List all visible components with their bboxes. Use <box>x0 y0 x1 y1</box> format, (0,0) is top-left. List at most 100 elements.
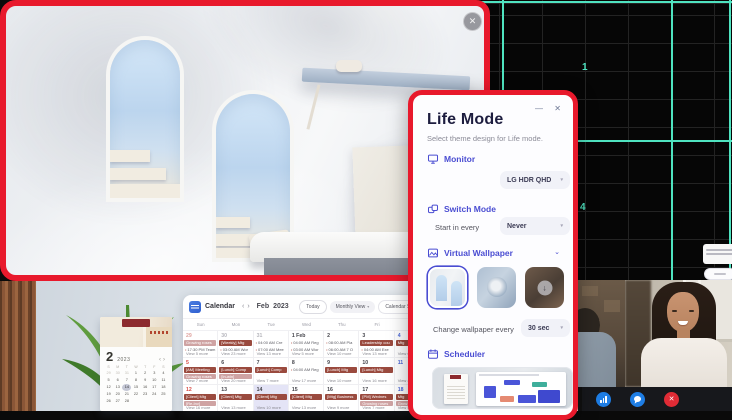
panel-subtitle: Select theme design for Life mode. <box>427 134 543 143</box>
view-more-link[interactable]: View 9 more <box>325 405 349 410</box>
event-item[interactable]: [Lunch] Mtg <box>325 367 357 373</box>
calendar-app: Calendar ‹› Feb 2023 Today Monthly View▾… <box>183 295 430 411</box>
scheduler-preview-image[interactable] <box>432 367 573 409</box>
event-item[interactable]: [AM] Meeting <box>184 367 216 373</box>
view-more-link[interactable]: View 16 more <box>184 405 210 410</box>
calendar-nav[interactable]: ‹› <box>242 303 253 310</box>
event-item[interactable]: [Weekly] Mtg <box>219 340 251 346</box>
end-call-button[interactable]: ✕ <box>664 392 679 407</box>
mini-day-number: 1 <box>131 370 140 377</box>
event-item[interactable]: Leadership cou <box>360 340 392 346</box>
preview-calendar-app <box>476 372 566 406</box>
view-more-link[interactable]: View 17 more <box>290 378 316 383</box>
tooltip-text-line <box>706 253 732 255</box>
event-item[interactable]: [Mtg] Business <box>325 394 357 400</box>
grid-accent-line-horizontal <box>480 1 732 3</box>
monitor-icon <box>427 153 439 165</box>
calendar-day-cell[interactable]: 3104:00 AM Cre07:00 AM MeeView 13 more <box>254 331 289 358</box>
view-select[interactable]: Monthly View▾ <box>330 301 376 313</box>
view-more-link[interactable]: View 7 more <box>255 378 279 383</box>
event-item[interactable]: 04:00 AM Reg <box>290 340 322 346</box>
shelf-object <box>336 60 362 72</box>
mini-day-number <box>150 398 159 405</box>
video-tile-participant[interactable] <box>578 280 625 387</box>
switch-interval-dropdown[interactable]: Never ▾ <box>500 217 570 235</box>
event-item[interactable]: [Lunch] Comp <box>219 367 251 373</box>
event-item[interactable]: 08:00 AM Pla <box>325 340 357 346</box>
close-icon[interactable]: ✕ <box>463 12 482 31</box>
calendar-year-label: 2023 <box>273 303 289 310</box>
virtual-wallpaper-section-header: Virtual Wallpaper <box>427 247 513 259</box>
connection-quality-button[interactable] <box>596 392 611 407</box>
chat-button[interactable] <box>630 392 645 407</box>
calendar-day-cell[interactable]: 7[Lunch] CompView 7 more <box>254 358 289 385</box>
calendar-day-cell[interactable]: 5[AM] MeetingGrowing rosesView 7 more <box>183 358 218 385</box>
view-more-link[interactable]: View 7 more <box>360 405 384 410</box>
monitor-dropdown[interactable]: LG HDR QHD ▾ <box>500 171 570 189</box>
wallpaper-thumb-download[interactable]: ↓ <box>525 267 564 308</box>
event-item[interactable]: Growing roses <box>184 340 216 346</box>
calendar-day-cell[interactable]: 13[Client] MtgView 13 more <box>218 385 253 411</box>
panel-title: Life Mode <box>427 111 503 129</box>
event-item[interactable]: 04:00 AM Reg <box>290 367 322 373</box>
collapse-section-icon[interactable]: ⌄ <box>554 248 560 256</box>
calendar-day-cell[interactable]: 208:00 AM Pla06:00 AM 7 OView 10 more <box>324 331 359 358</box>
scheduler-section-header: Scheduler <box>427 348 485 360</box>
view-more-link[interactable]: View 13 more <box>255 351 281 356</box>
virtual-wallpaper-label: Virtual Wallpaper <box>444 248 513 258</box>
weekday-label: Fri <box>359 319 394 330</box>
wallpaper-thumb-speaker[interactable] <box>477 267 516 308</box>
weekday-label: Thu <box>324 319 359 330</box>
calendar-day-cell[interactable]: 1 Feb04:00 AM Reg03:00 AM WorView 5 more <box>289 331 324 358</box>
calendar-day-cell[interactable]: 9[Lunch] MtgView 10 more <box>324 358 359 385</box>
event-item[interactable]: [Client] Mtg <box>290 394 322 400</box>
view-more-link[interactable]: View 10 more <box>255 405 281 410</box>
scheduler-icon <box>427 348 439 360</box>
calendar-day-cell[interactable]: 804:00 AM RegView 17 more <box>289 358 324 385</box>
minimize-icon[interactable]: — <box>535 104 543 113</box>
calendar-day-cell[interactable]: 16[Mtg] BusinessView 9 more <box>324 385 359 411</box>
calendar-day-cell[interactable]: 14[Client] MtgView 10 more <box>254 385 289 411</box>
event-item[interactable]: [Lunch] Mtg <box>360 367 392 373</box>
view-more-link[interactable]: View 5 more <box>184 351 208 356</box>
calendar-day-cell[interactable]: 15[Client] MtgView 13 more <box>289 385 324 411</box>
calendar-day-cell[interactable]: 17[PM] WednesGrowing rosesView 7 more <box>359 385 394 411</box>
event-item[interactable]: [Client] Mtg <box>255 394 287 400</box>
calendar-day-cell[interactable]: 6[Lunch] Comp[In-win]View 20 more <box>218 358 253 385</box>
weekday-label: Sun <box>183 319 218 330</box>
event-item[interactable]: [PM] Wednes <box>360 394 392 400</box>
wallpaper-thumb-arches-selected[interactable] <box>428 267 467 308</box>
event-item[interactable]: 04:00 AM Cre <box>255 340 287 346</box>
tooltip-button-label <box>714 273 726 275</box>
view-more-link[interactable]: View 13 more <box>219 405 245 410</box>
calendar-day-cell[interactable]: 12[Client] Mtg[Re-Inv]View 16 more <box>183 385 218 411</box>
view-more-link[interactable]: View 16 more <box>360 378 386 383</box>
view-more-link[interactable]: View 13 more <box>290 405 316 410</box>
grid-tooltip-button[interactable] <box>704 268 732 280</box>
calendar-weekday-row: SunMonTueWedThuFriSat <box>183 318 430 331</box>
close-icon[interactable]: ✕ <box>554 104 561 113</box>
calendar-day-cell[interactable]: 10[Lunch] MtgView 16 more <box>359 358 394 385</box>
view-more-link[interactable]: View 20 more <box>219 378 245 383</box>
event-item[interactable]: [Lunch] Comp <box>255 367 287 373</box>
chevron-down-icon: ▾ <box>560 223 563 229</box>
view-more-link[interactable]: View 7 more <box>184 378 208 383</box>
view-more-link[interactable]: View 13 more <box>360 351 386 356</box>
view-more-link[interactable]: View 10 more <box>325 351 351 356</box>
video-call-window: ✕ <box>578 280 732 411</box>
video-tile-speaker[interactable] <box>625 280 732 387</box>
view-more-link[interactable]: View 5 more <box>290 351 314 356</box>
start-in-every-label: Start in every <box>435 223 479 232</box>
view-more-link[interactable]: View 23 more <box>219 351 245 356</box>
calendar-day-cell[interactable]: 3Leadership cou04:00 AM ExeView 13 more <box>359 331 394 358</box>
day-number: 2 <box>325 332 357 340</box>
event-item[interactable]: [Client] Mtg <box>184 394 216 400</box>
mini-day-number: 10 <box>150 377 159 384</box>
wallpaper-interval-dropdown[interactable]: 30 sec ▾ <box>521 319 570 337</box>
event-item[interactable]: [Client] Mtg <box>219 394 251 400</box>
mini-day-number: 5 <box>104 377 113 384</box>
calendar-day-cell[interactable]: 30[Weekly] Mtg03:00 AM WorView 23 more <box>218 331 253 358</box>
view-more-link[interactable]: View 10 more <box>325 378 351 383</box>
today-button[interactable]: Today <box>299 300 326 314</box>
calendar-day-cell[interactable]: 29Growing roses17:30 PM TeamView 5 more <box>183 331 218 358</box>
